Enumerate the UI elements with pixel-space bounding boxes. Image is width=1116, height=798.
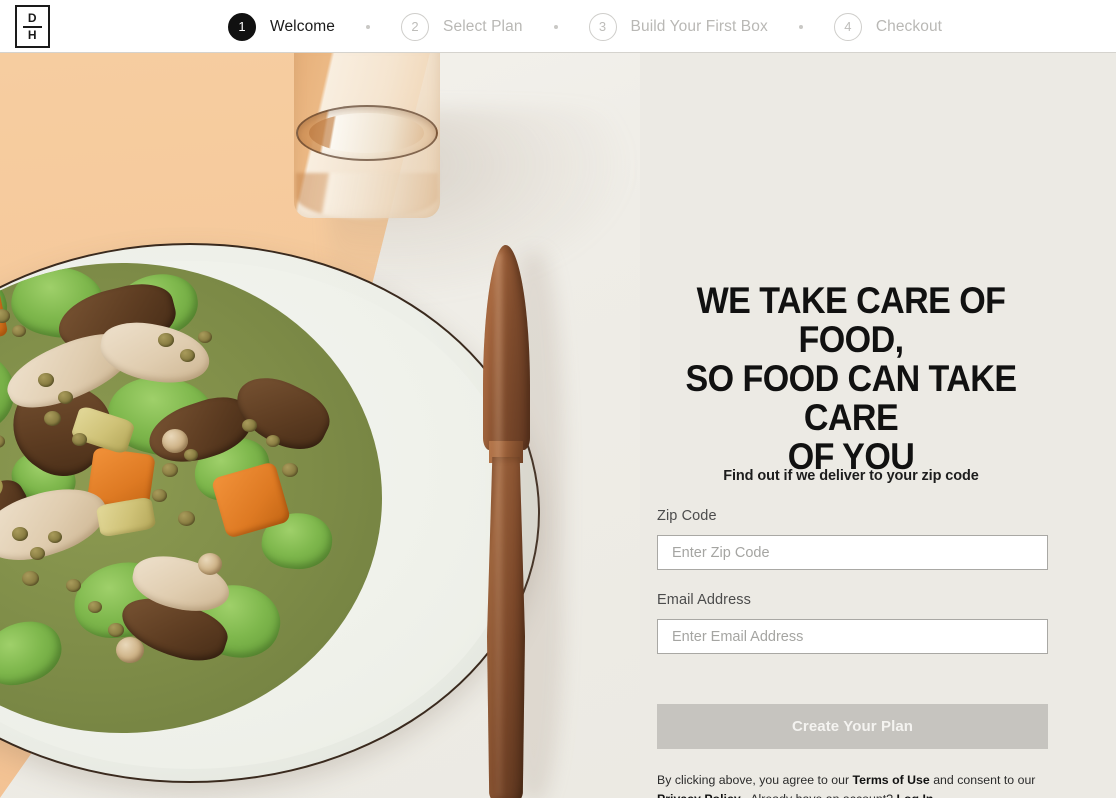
step-checkout-label: Checkout: [875, 17, 943, 35]
water-glass-base: [296, 173, 438, 219]
knife-highlight: [495, 253, 502, 798]
knife-handle: [487, 457, 525, 798]
create-your-plan-button[interactable]: Create Your Plan: [657, 704, 1048, 749]
checkout-progress-steps: 1 Welcome 2 Select Plan 3 Build Your Fir…: [228, 0, 942, 53]
water-glass-water: [309, 113, 424, 153]
step-welcome[interactable]: 1 Welcome: [228, 12, 336, 41]
hero-stage: WE TAKE CARE OF FOOD, SO FOOD CAN TAKE C…: [0, 53, 1116, 798]
zip-code-input[interactable]: [657, 535, 1048, 570]
step-build-first-box-label: Build Your First Box: [630, 17, 768, 35]
hero-food-photo: [0, 53, 640, 798]
logo-letter-bottom: H: [27, 27, 38, 42]
headline-line-1: WE TAKE CARE OF FOOD,: [696, 280, 1006, 360]
page-subtitle: Find out if we deliver to your zip code: [723, 468, 979, 484]
step-welcome-label: Welcome: [270, 17, 336, 35]
account-prompt: Already have an account?: [750, 792, 893, 798]
step-separator-dot: [366, 24, 371, 29]
zip-code-label: Zip Code: [657, 508, 717, 524]
legal-prefix: By clicking above, you agree to our: [657, 773, 853, 787]
site-header: D H 1 Welcome 2 Select Plan 3 Build Your…: [0, 0, 1116, 53]
terms-of-use-link[interactable]: Terms of Use: [853, 773, 930, 787]
privacy-policy-link[interactable]: Privacy Policy: [657, 792, 741, 798]
email-address-label: Email Address: [657, 592, 751, 608]
step-separator-dot: [553, 24, 558, 29]
email-address-input[interactable]: [657, 619, 1048, 654]
log-in-link[interactable]: Log In: [896, 792, 933, 798]
dinner-home-logo[interactable]: D H: [15, 5, 50, 48]
legal-middle: and consent to our: [929, 773, 1036, 787]
headline-line-2: SO FOOD CAN TAKE CARE: [685, 358, 1017, 438]
step-select-plan-label: Select Plan: [443, 17, 523, 35]
step-welcome-number: 1: [228, 12, 256, 41]
step-build-first-box[interactable]: 3 Build Your First Box: [588, 12, 768, 41]
step-build-first-box-number: 3: [588, 12, 617, 41]
legal-period: .: [741, 792, 744, 798]
logo-letter-top: D: [27, 10, 38, 25]
step-select-plan-number: 2: [401, 12, 430, 41]
legal-disclaimer: By clicking above, you agree to our Term…: [657, 771, 1051, 798]
step-select-plan[interactable]: 2 Select Plan: [401, 12, 523, 41]
signup-panel: WE TAKE CARE OF FOOD, SO FOOD CAN TAKE C…: [640, 106, 1116, 798]
page-title: WE TAKE CARE OF FOOD, SO FOOD CAN TAKE C…: [668, 281, 1034, 476]
step-separator-dot: [798, 24, 803, 29]
step-checkout-number: 4: [833, 12, 862, 41]
step-checkout[interactable]: 4 Checkout: [833, 12, 943, 41]
